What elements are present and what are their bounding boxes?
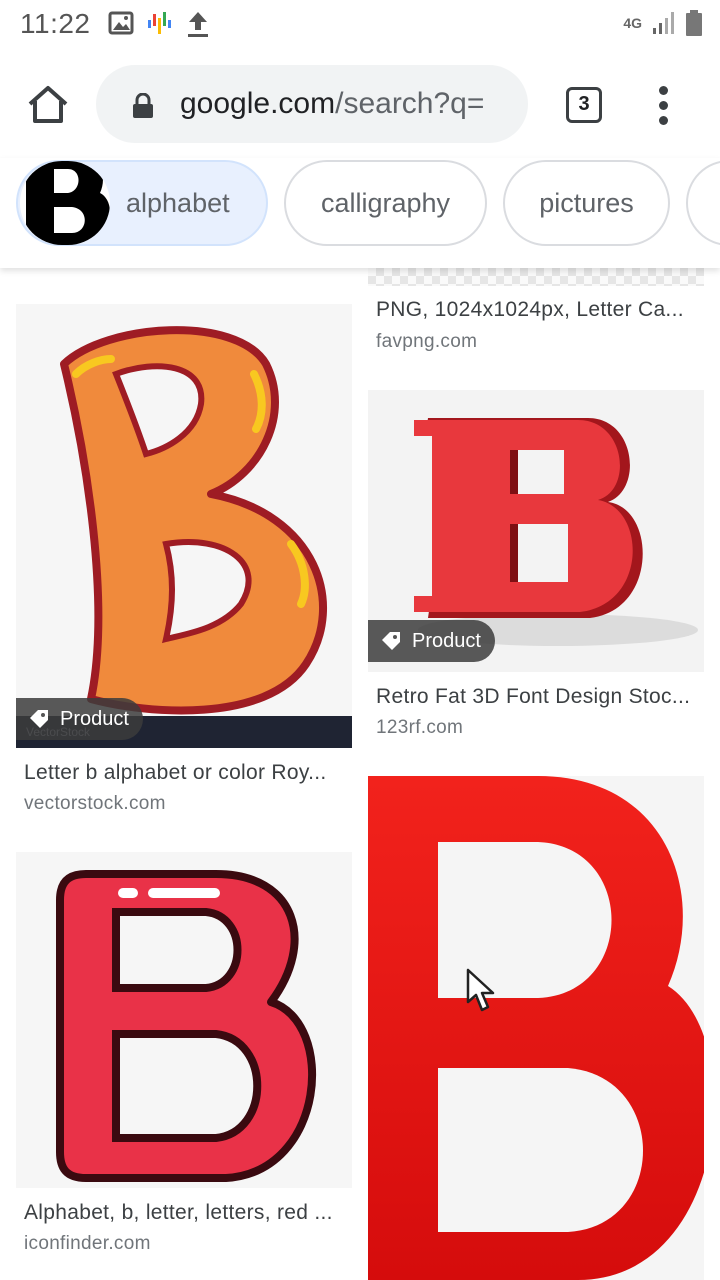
result-title[interactable]: PNG, 1024x1024px, Letter Ca... xyxy=(376,298,684,322)
status-time: 11:22 xyxy=(20,8,91,39)
chip-label: calligraphy xyxy=(320,187,451,218)
status-bar: 11:22 4G xyxy=(0,0,720,50)
result-source: favpng.com xyxy=(376,331,478,352)
image-icon xyxy=(108,11,134,35)
letter-b-thumbnail xyxy=(26,161,110,245)
product-badge: Product xyxy=(16,698,143,740)
tag-icon xyxy=(30,710,48,728)
result-title[interactable]: Retro Fat 3D Font Design Stoc... xyxy=(376,685,690,709)
overflow-menu-icon[interactable] xyxy=(654,86,674,126)
url-bar[interactable]: google.com/search?q= xyxy=(96,65,528,143)
chip-more[interactable] xyxy=(686,160,720,246)
network-label: 4G xyxy=(623,15,642,31)
browser-toolbar: google.com/search?q= 3 xyxy=(0,50,720,158)
result-image-big-red-b[interactable] xyxy=(368,776,704,1280)
signal-icon xyxy=(653,12,674,34)
upload-icon xyxy=(188,12,208,37)
product-badge-label: Product xyxy=(412,629,481,652)
related-searches-bar: alphabet calligraphy pictures xyxy=(0,158,720,268)
result-source: 123rf.com xyxy=(376,717,464,738)
tab-switcher-button[interactable]: 3 xyxy=(566,87,602,123)
url-host: google.com xyxy=(180,87,336,120)
chip-pictures[interactable]: pictures xyxy=(503,160,670,246)
result-title[interactable]: Letter b alphabet or color Roy... xyxy=(24,761,327,785)
result-image-partial[interactable] xyxy=(368,268,704,286)
battery-icon xyxy=(686,10,702,36)
result-image-3d-b[interactable]: Product xyxy=(368,390,704,672)
result-image-pink-b[interactable] xyxy=(16,852,352,1188)
mouse-cursor-icon xyxy=(466,968,495,1012)
result-title[interactable]: Alphabet, b, letter, letters, red ... xyxy=(24,1201,333,1225)
result-source: vectorstock.com xyxy=(24,793,166,814)
url-text: google.com/search?q= xyxy=(180,87,520,121)
pink-letter-b-image xyxy=(56,870,316,1182)
url-path: /search?q= xyxy=(335,87,485,120)
tag-icon xyxy=(382,632,400,650)
lock-icon xyxy=(133,93,153,118)
chip-thumbnail xyxy=(20,161,110,245)
assistant-icon xyxy=(148,12,171,34)
chip-calligraphy[interactable]: calligraphy xyxy=(284,160,487,246)
chip-alphabet[interactable]: alphabet xyxy=(16,160,268,246)
product-badge-label: Product xyxy=(60,707,129,730)
product-badge: Product xyxy=(368,620,495,662)
orange-letter-b-image: VectorStock xyxy=(16,326,352,748)
result-image-orange-b[interactable]: VectorStock Product xyxy=(16,304,352,748)
result-source: iconfinder.com xyxy=(24,1233,151,1254)
chip-label: alphabet xyxy=(126,187,230,218)
home-icon[interactable] xyxy=(26,84,70,124)
chip-label: pictures xyxy=(539,187,634,218)
status-right: 4G xyxy=(623,10,702,36)
big-red-letter-b-image xyxy=(368,776,704,1280)
